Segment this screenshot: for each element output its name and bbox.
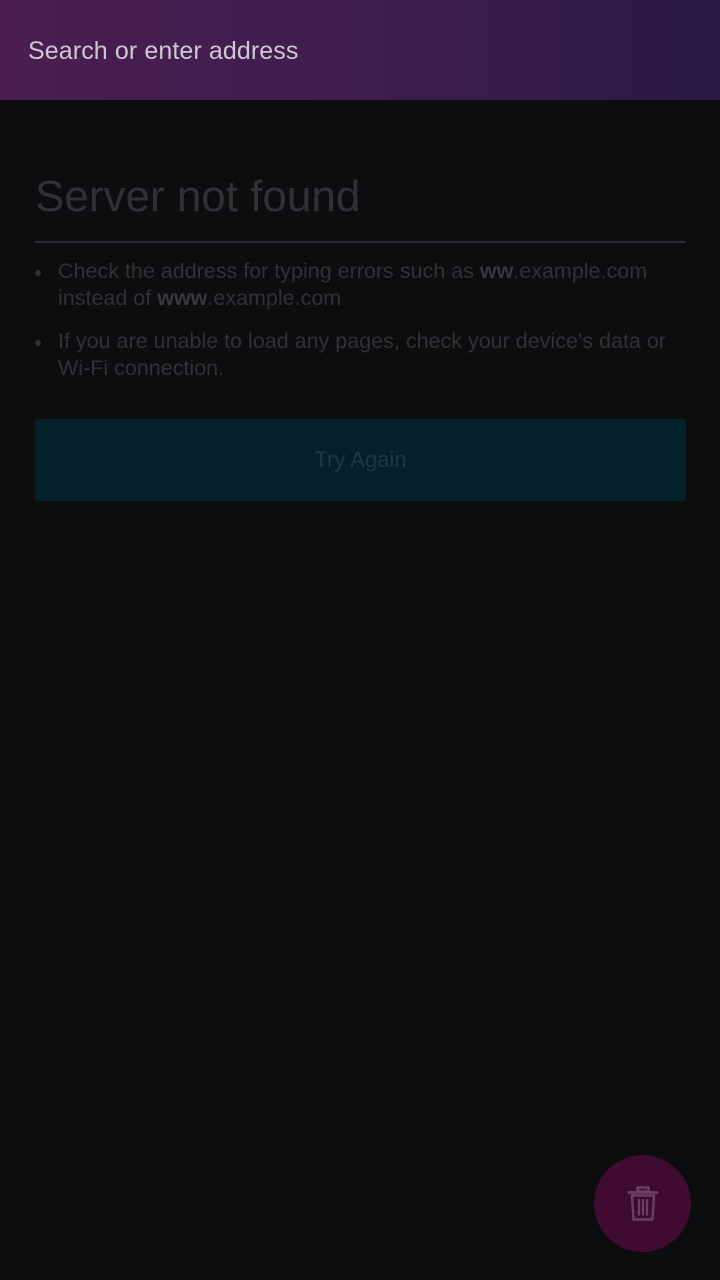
tip-text: If you are unable to load any pages, che… [58,329,666,380]
bullet-icon [35,340,41,346]
close-tabs-button[interactable] [594,1155,691,1252]
try-again-button[interactable]: Try Again [35,419,686,501]
toolbar: Search or enter address [0,0,720,100]
trash-icon [627,1185,659,1222]
tips-list: Check the address for typing errors such… [35,258,686,382]
bullet-icon [35,270,41,276]
page-title: Server not found [35,172,361,221]
error-page: Server not found Check the address for t… [35,100,686,501]
browser-page: Search or enter address Server not found… [0,0,720,1280]
list-item: If you are unable to load any pages, che… [35,328,686,382]
list-item: Check the address for typing errors such… [35,258,686,312]
url-input[interactable]: Search or enter address [28,24,688,78]
tip-text: Check the address for typing errors such… [58,259,648,310]
title-divider [35,241,686,243]
